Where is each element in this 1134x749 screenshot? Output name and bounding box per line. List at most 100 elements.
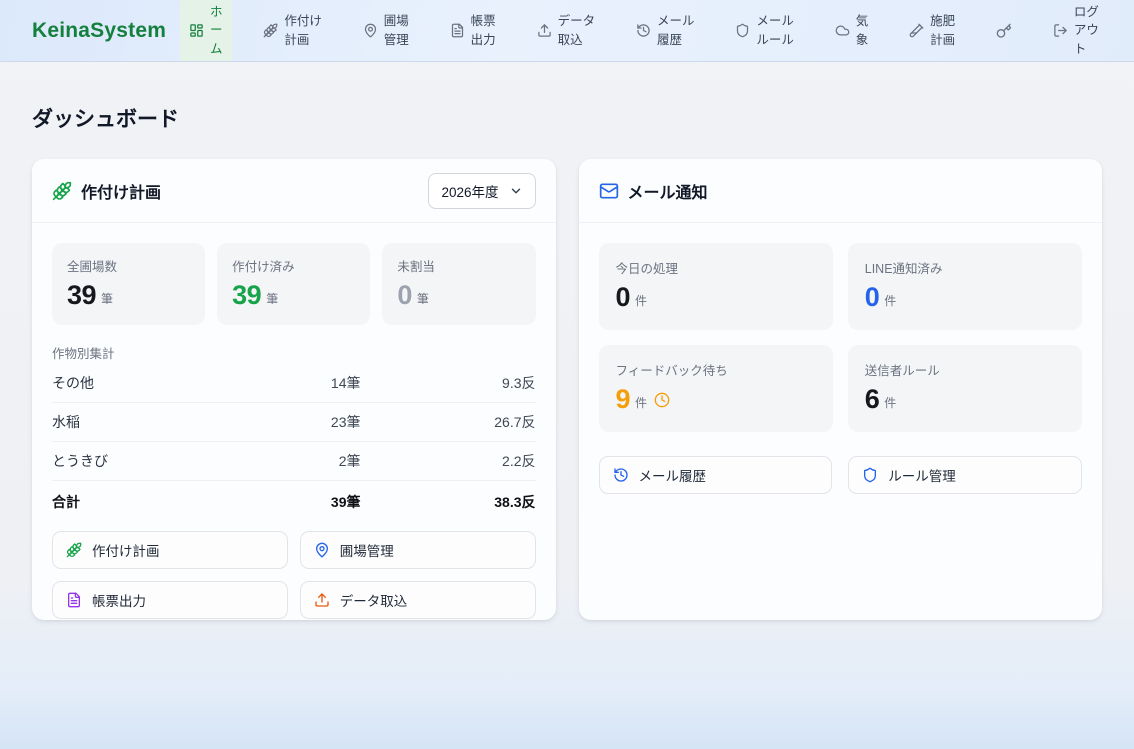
nav-item-label: 帳票 出力 — [471, 12, 496, 48]
nav-item-label: 施肥 計画 — [930, 12, 955, 48]
crop-area: 26.7反 — [361, 412, 536, 432]
stat-unit: 筆 — [266, 290, 278, 309]
stat-line-notified: LINE通知済み 0 件 — [848, 243, 1082, 330]
nav-item-planting-plan[interactable]: 作付け 計画 — [254, 0, 331, 61]
stat-label: 今日の処理 — [616, 258, 816, 277]
nav-item-label: メール ルール — [756, 12, 794, 48]
nav-item-report-output[interactable]: 帳票 出力 — [441, 0, 505, 61]
button-label: 帳票出力 — [92, 590, 146, 610]
stat-value: 0 — [616, 284, 631, 311]
year-select-value: 2026年度 — [441, 181, 498, 201]
stat-label: 送信者ルール — [865, 360, 1065, 379]
crop-count: 2筆 — [211, 451, 361, 471]
nav-item-field-management[interactable]: 圃場 管理 — [354, 0, 418, 61]
clock-icon — [654, 392, 670, 408]
page-title: ダッシュボード — [32, 103, 1102, 133]
stat-unit: 件 — [635, 394, 647, 413]
app-header: KeinaSystem ホ ー ム 作付け 計画 圃場 管理 帳票 出力 データ… — [0, 0, 1134, 62]
file-text-icon — [450, 23, 465, 38]
stat-label: フィードバック待ち — [616, 360, 816, 379]
card-title: メール通知 — [628, 179, 708, 203]
stat-unit: 件 — [884, 292, 896, 311]
main-content: ダッシュボード 作付け計画 2026年度 全圃場数 39 — [0, 103, 1134, 620]
button-label: メール履歴 — [639, 465, 707, 485]
nav-item-data-import[interactable]: データ 取込 — [528, 0, 605, 61]
stat-total-fields: 全圃場数 39 筆 — [52, 243, 205, 325]
field-management-button[interactable]: 圃場管理 — [300, 531, 536, 569]
stat-label: 全圃場数 — [67, 256, 190, 275]
button-label: データ取込 — [340, 590, 408, 610]
nav-item-mail-rules[interactable]: メール ルール — [726, 0, 803, 61]
upload-icon — [314, 592, 330, 608]
key-icon — [996, 23, 1012, 39]
stat-value: 0 — [865, 284, 880, 311]
rule-management-button[interactable]: ルール管理 — [848, 456, 1082, 494]
nav-item-logout[interactable]: ログ アウ ト — [1044, 0, 1108, 61]
stat-planted: 作付け済み 39 筆 — [217, 243, 370, 325]
wheat-icon — [263, 23, 278, 38]
test-tube-icon — [909, 23, 924, 38]
dashboard-icon — [189, 23, 204, 38]
wheat-icon — [66, 542, 82, 558]
stat-unit: 件 — [884, 394, 896, 413]
crop-area: 9.3反 — [361, 373, 536, 393]
stat-value: 0 — [397, 282, 412, 309]
history-icon — [613, 467, 629, 483]
button-label: ルール管理 — [888, 465, 956, 485]
crop-count: 14筆 — [211, 373, 361, 393]
button-label: 作付け計画 — [92, 540, 160, 560]
crop-name: とうきび — [52, 451, 211, 471]
table-row: その他 14筆 9.3反 — [52, 364, 536, 403]
mail-icon — [599, 181, 619, 201]
stat-label: 未割当 — [397, 256, 520, 275]
app-logo: KeinaSystem — [0, 0, 180, 61]
planting-plan-card: 作付け計画 2026年度 全圃場数 39 筆 — [32, 159, 556, 620]
card-title: 作付け計画 — [81, 179, 161, 203]
nav-item-fertilization-plan[interactable]: 施肥 計画 — [900, 0, 964, 61]
crop-area: 38.3反 — [361, 492, 536, 512]
nav-item-weather[interactable]: 気 象 — [826, 0, 878, 61]
stat-value: 39 — [232, 282, 261, 309]
crop-summary-label: 作物別集計 — [52, 343, 536, 362]
shield-icon — [862, 467, 878, 483]
stat-unit: 筆 — [101, 290, 113, 309]
nav-item-home[interactable]: ホ ー ム — [180, 0, 232, 61]
nav-item-password[interactable] — [987, 0, 1021, 61]
nav-item-label: 気 象 — [856, 12, 869, 48]
nav-item-label: 作付け 計画 — [284, 12, 322, 48]
shield-icon — [735, 23, 750, 38]
chevron-down-icon — [509, 184, 523, 198]
stat-unit: 件 — [635, 292, 647, 311]
stat-label: LINE通知済み — [865, 258, 1065, 277]
button-label: 圃場管理 — [340, 540, 394, 560]
crop-count: 23筆 — [211, 412, 361, 432]
upload-icon — [537, 23, 552, 38]
nav-item-label: ホ ー ム — [210, 3, 223, 57]
map-pin-icon — [314, 542, 330, 558]
stat-today-processed: 今日の処理 0 件 — [599, 243, 833, 330]
crop-area: 2.2反 — [361, 451, 536, 471]
year-select[interactable]: 2026年度 — [428, 173, 535, 209]
mail-notification-card: メール通知 今日の処理 0 件 LINE通知済み 0 — [579, 159, 1103, 620]
nav-item-mail-history[interactable]: メール 履歴 — [627, 0, 704, 61]
nav-item-label: メール 履歴 — [657, 12, 695, 48]
file-text-icon — [66, 592, 82, 608]
data-import-button[interactable]: データ取込 — [300, 581, 536, 619]
stat-sender-rules: 送信者ルール 6 件 — [848, 345, 1082, 432]
stat-value: 9 — [616, 386, 631, 413]
stat-value: 6 — [865, 386, 880, 413]
report-output-button[interactable]: 帳票出力 — [52, 581, 288, 619]
crop-name: 水稲 — [52, 412, 211, 432]
stat-unassigned: 未割当 0 筆 — [382, 243, 535, 325]
planting-plan-button[interactable]: 作付け計画 — [52, 531, 288, 569]
stat-unit: 筆 — [417, 290, 429, 309]
nav-item-label: データ 取込 — [558, 12, 596, 48]
stat-label: 作付け済み — [232, 256, 355, 275]
wheat-icon — [52, 181, 72, 201]
table-row: 水稲 23筆 26.7反 — [52, 403, 536, 442]
nav-item-label: 圃場 管理 — [384, 12, 409, 48]
main-nav: ホ ー ム 作付け 計画 圃場 管理 帳票 出力 データ 取込 メール 履歴 メ… — [180, 0, 1134, 61]
history-icon — [636, 23, 651, 38]
mail-history-button[interactable]: メール履歴 — [599, 456, 833, 494]
map-pin-icon — [363, 23, 378, 38]
